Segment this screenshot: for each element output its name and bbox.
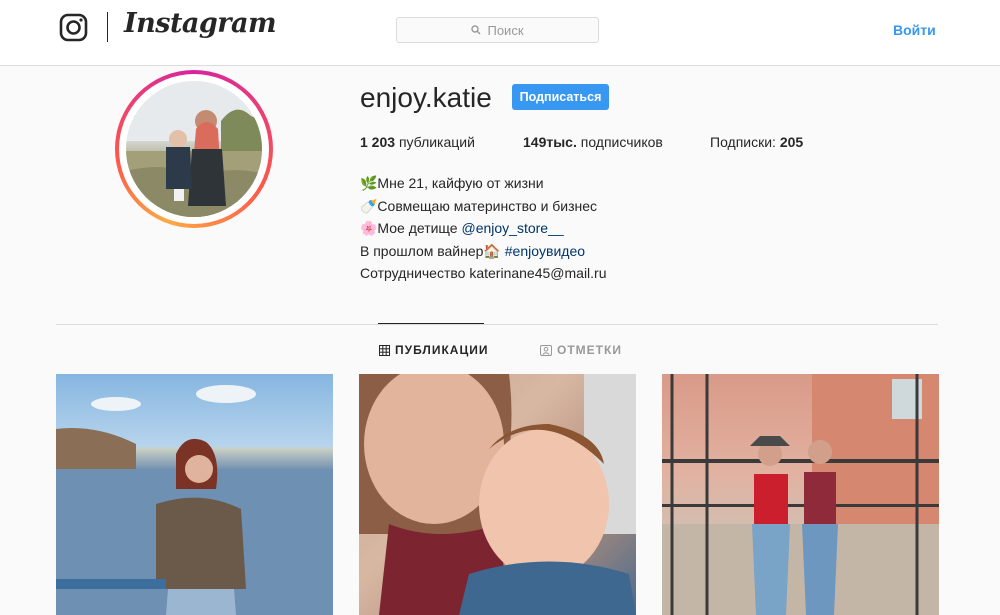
followers-label: подписчиков [580, 134, 663, 150]
post-thumbnail[interactable] [56, 374, 333, 615]
post-image [662, 374, 939, 615]
post-thumbnail[interactable] [662, 374, 939, 615]
post-thumbnail[interactable] [359, 374, 636, 615]
grid-icon [379, 344, 390, 356]
bio-text: 🌸Мое детище [360, 220, 462, 236]
following-count: 205 [779, 134, 804, 150]
avatar-photo [126, 81, 262, 217]
profile-username: enjoy.katie [360, 82, 492, 113]
profile-avatar[interactable] [126, 81, 262, 217]
post-image [359, 374, 636, 615]
tab-posts-label: ПУБЛИКАЦИИ [395, 343, 489, 357]
search-placeholder: Поиск [487, 22, 524, 38]
following-label: Подписки: [710, 134, 776, 150]
tab-posts[interactable]: ПУБЛИКАЦИИ [379, 343, 488, 357]
store-mention-link[interactable]: @enjoy_store__ [461, 220, 563, 236]
search-input[interactable]: Поиск [396, 17, 599, 43]
tab-tagged-label: ОТМЕТКИ [557, 343, 622, 357]
posts-label: публикаций [398, 134, 475, 150]
bio-line: В прошлом вайнер🏠 #enjoyвидео [360, 240, 607, 263]
instagram-wordmark[interactable]: Instagram [124, 8, 277, 39]
profile-bio: 🌿Мне 21, кайфую от жизни 🍼Совмещаю матер… [360, 172, 607, 285]
post-image [56, 385, 333, 615]
header-divider [107, 12, 108, 42]
tabs-divider [56, 324, 938, 325]
bio-line: 🌿Мне 21, кайфую от жизни [360, 175, 544, 191]
active-tab-indicator [378, 323, 484, 324]
followers-stat[interactable]: 149тыс. подписчиков [523, 134, 663, 150]
story-ring[interactable] [115, 70, 273, 228]
tagged-user-icon [540, 344, 552, 356]
search-icon [471, 25, 481, 35]
posts-count: 1 203 [360, 134, 396, 150]
hashtag-link[interactable]: #enjoyвидео [505, 243, 585, 259]
follow-button[interactable]: Подписаться [512, 84, 609, 110]
bio-line: 🍼Совмещаю материнство и бизнес [360, 197, 598, 214]
posts-stat: 1 203 публикаций [360, 134, 475, 150]
bio-line: Сотрудничество katerinane45@mail.ru [360, 265, 607, 281]
top-navigation-bar: Instagram Поиск Войти [0, 0, 1000, 66]
instagram-camera-icon[interactable] [59, 13, 88, 42]
bio-text: В прошлом вайнер🏠 [360, 242, 505, 259]
bio-line: 🌸Мое детище @enjoy_store__ [360, 217, 607, 240]
login-link[interactable]: Войти [893, 22, 936, 38]
following-stat[interactable]: Подписки: 205 [710, 134, 803, 150]
followers-count: 149тыс. [523, 134, 577, 150]
tab-tagged[interactable]: ОТМЕТКИ [540, 343, 622, 357]
